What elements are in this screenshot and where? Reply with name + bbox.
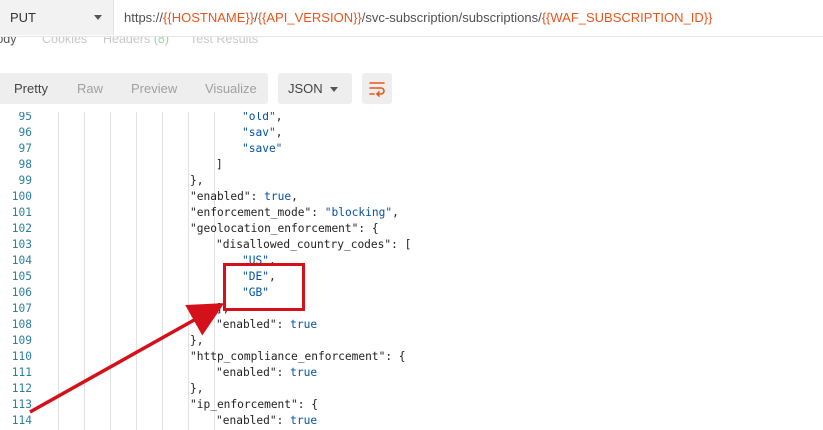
annotation-arrow bbox=[29, 303, 225, 414]
